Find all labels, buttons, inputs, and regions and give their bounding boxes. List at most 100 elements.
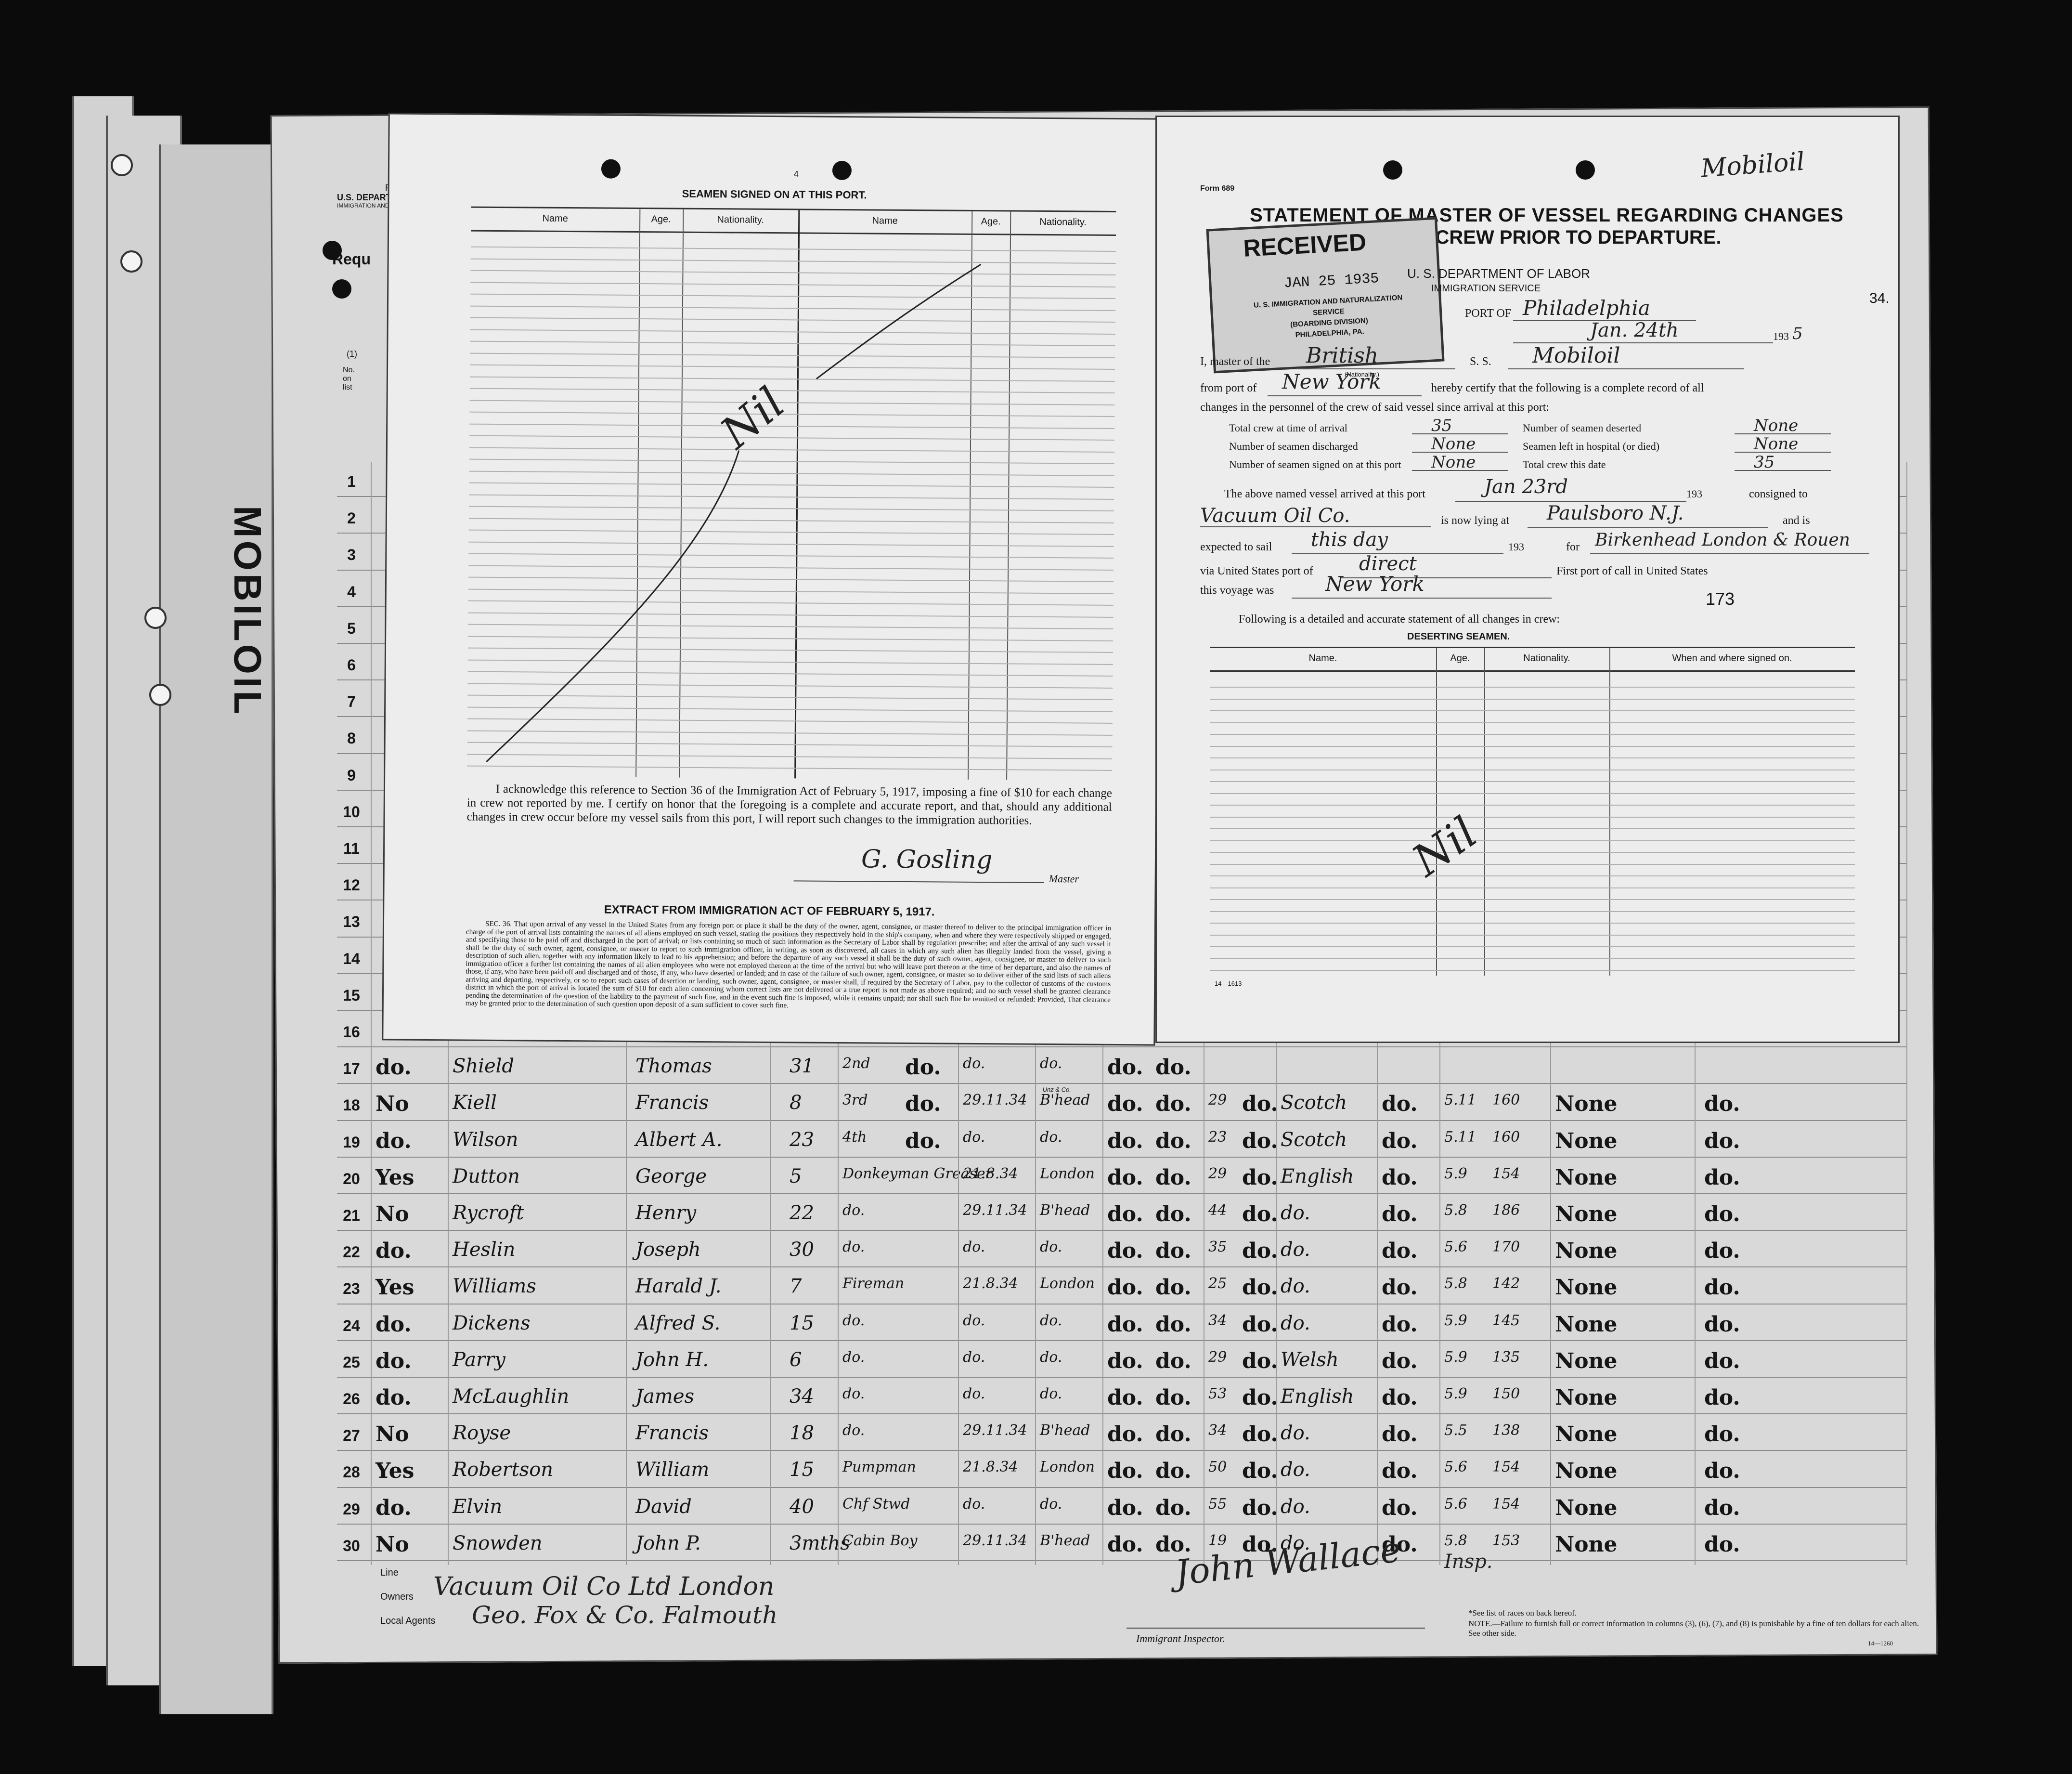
cell-r2: do. xyxy=(1382,1128,1418,1153)
cell-c2: do. xyxy=(1155,1275,1191,1300)
cell-age: 22 xyxy=(790,1202,814,1224)
master-of-label: I, master of the xyxy=(1200,355,1270,368)
cell-race: do. xyxy=(1281,1202,1310,1224)
cell-race: do. xyxy=(1281,1239,1310,1261)
cell-r2: do. xyxy=(1382,1202,1418,1226)
cell-ht: 5.8 xyxy=(1444,1532,1467,1549)
first-port-label: First port of call in United States xyxy=(1556,565,1708,577)
cell-able: No xyxy=(376,1092,409,1117)
footer-agents-value: Geo. Fox & Co. Falmouth xyxy=(472,1601,778,1629)
cell-port: do. xyxy=(1040,1128,1062,1146)
cell-rating: Chf Stwd xyxy=(842,1495,910,1513)
cell-port: London xyxy=(1040,1459,1095,1476)
row-number: 8 xyxy=(347,730,356,747)
expected-value: this day xyxy=(1311,529,1388,551)
cell-wt: 154 xyxy=(1492,1495,1520,1513)
desert-col-name: Name. xyxy=(1308,653,1337,664)
cell-age: 7 xyxy=(790,1275,802,1298)
row-number: 5 xyxy=(347,619,356,637)
row-number: 20 xyxy=(343,1170,360,1187)
cell-wt: 154 xyxy=(1492,1459,1520,1476)
cell-marks: None xyxy=(1555,1348,1618,1373)
cell-race: do. xyxy=(1281,1495,1310,1518)
cell-given: Henry xyxy=(635,1202,697,1224)
cell-race: Welsh xyxy=(1281,1348,1339,1371)
cell-surname: Royse xyxy=(453,1422,511,1445)
cell-surname: Rycroft xyxy=(453,1202,524,1224)
cell-wt: 135 xyxy=(1492,1348,1520,1366)
cell-signed: 29.11.34 xyxy=(963,1092,1027,1109)
cell-marks: None xyxy=(1555,1165,1618,1190)
cell-wt: 138 xyxy=(1492,1422,1520,1439)
cell-nat: do. xyxy=(1242,1275,1278,1300)
cell-rating: do. xyxy=(842,1312,865,1329)
cell-rating: 2nd xyxy=(842,1055,870,1072)
cell-signed: do. xyxy=(963,1385,985,1402)
cell-c2: do. xyxy=(1155,1055,1191,1080)
cell-c1: do. xyxy=(1107,1495,1143,1520)
cell-port: do. xyxy=(1040,1348,1062,1366)
row-number: 18 xyxy=(343,1096,360,1114)
cell-cert: do. xyxy=(1704,1128,1740,1153)
cell-cert: do. xyxy=(1704,1092,1740,1117)
cell-able: Yes xyxy=(376,1165,414,1190)
cell-c1: do. xyxy=(1107,1348,1143,1373)
stat-label: Number of seamen deserted xyxy=(1523,422,1642,434)
seamen-signed-heading: SEAMEN SIGNED ON AT THIS PORT. xyxy=(682,187,867,201)
cell-cert: do. xyxy=(1704,1275,1740,1300)
stat-label: Number of seamen signed on at this port xyxy=(1229,458,1401,470)
punch-hole xyxy=(601,159,621,179)
cell-signed: do. xyxy=(963,1312,985,1329)
left-col-header-1: (1) xyxy=(347,349,357,359)
from-port-value: New York xyxy=(1282,370,1381,393)
cell-surname: Kiell xyxy=(453,1092,497,1114)
cell-c1: do. xyxy=(1107,1459,1143,1484)
left-strip-hole xyxy=(111,154,133,176)
cell-cert: do. xyxy=(1704,1202,1740,1226)
cell-surname: Heslin xyxy=(453,1239,516,1261)
cell-nat: do. xyxy=(1242,1239,1278,1264)
cell-surname: Elvin xyxy=(453,1495,503,1518)
cell-port: B'head xyxy=(1040,1202,1090,1219)
row-number: 13 xyxy=(343,913,360,931)
cell-signed: do. xyxy=(963,1239,985,1256)
expected-label: expected to sail xyxy=(1200,541,1272,553)
cell-signed: 21.8.34 xyxy=(963,1165,1018,1182)
cell-able: do. xyxy=(376,1128,412,1153)
statement-year: 5 xyxy=(1792,324,1803,343)
cell-marks: None xyxy=(1555,1128,1618,1153)
seamen-signed-page: 4 SEAMEN SIGNED ON AT THIS PORT. Name Ag… xyxy=(382,113,1162,1093)
row-number: 12 xyxy=(343,876,360,894)
cell-marks: None xyxy=(1555,1385,1618,1410)
cell-age: 23 xyxy=(790,1128,814,1151)
cell-marks: None xyxy=(1555,1532,1618,1557)
row-number: 14 xyxy=(343,950,360,967)
cell-given: James xyxy=(635,1385,695,1408)
punch-hole xyxy=(1576,160,1595,180)
row-number: 28 xyxy=(343,1463,360,1481)
cell-nat: do. xyxy=(1242,1422,1278,1447)
cell-h1: 34 xyxy=(1208,1422,1227,1439)
cell-r2: do. xyxy=(1382,1092,1418,1117)
cell-given: Harald J. xyxy=(635,1275,722,1298)
footer-line-label: Line xyxy=(380,1567,399,1578)
cell-ht: 5.9 xyxy=(1444,1312,1467,1329)
ss-label: S. S. xyxy=(1470,355,1491,368)
cell-r2: do. xyxy=(1382,1348,1418,1373)
cell-c2: do. xyxy=(1155,1202,1191,1226)
cell-c1: do. xyxy=(1107,1532,1143,1557)
cell-age: 6 xyxy=(790,1348,802,1371)
this-voyage-value: New York xyxy=(1325,572,1424,596)
cell-age: 15 xyxy=(790,1312,814,1334)
cell-marks: None xyxy=(1555,1312,1618,1337)
statement-date: Jan. 24th xyxy=(1590,319,1679,341)
cell-nat: do. xyxy=(1242,1165,1278,1190)
cell-cert: do. xyxy=(1704,1459,1740,1484)
cell-port: B'head xyxy=(1040,1422,1090,1439)
cell-race: do. xyxy=(1281,1459,1310,1481)
stat-value: 35 xyxy=(1754,453,1775,472)
cell-c1: do. xyxy=(1107,1128,1143,1153)
cell-wt: 142 xyxy=(1492,1275,1520,1292)
row-number: 23 xyxy=(343,1280,360,1298)
cell-c1: do. xyxy=(1107,1275,1143,1300)
